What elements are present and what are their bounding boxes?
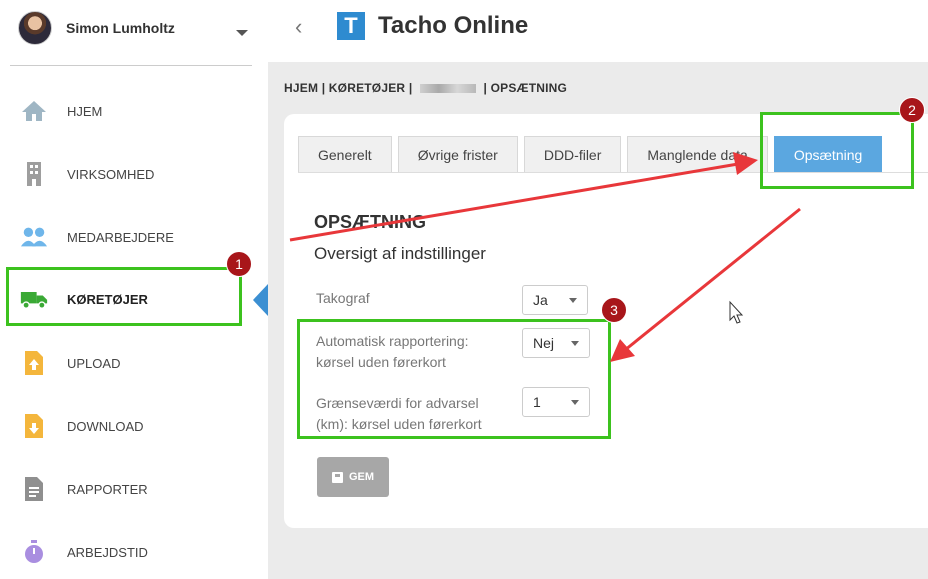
file-download-icon	[20, 412, 48, 440]
tachograph-label: Takograf	[316, 290, 370, 306]
sidebar-item-label: DOWNLOAD	[67, 418, 144, 434]
tab-ovrige-frister[interactable]: Øvrige frister	[397, 136, 518, 172]
top-bar: Simon Lumholtz ‹ T Tacho Online	[0, 0, 928, 62]
save-button-label: GEM	[348, 471, 375, 483]
highlight-box-vehicles	[6, 267, 242, 326]
tab-generelt[interactable]: Generelt	[298, 136, 392, 172]
tachograph-select[interactable]: Ja	[522, 285, 588, 315]
sidebar-item-virksomhed[interactable]: VIRKSOMHED	[0, 154, 250, 194]
building-icon	[20, 160, 48, 188]
file-upload-icon	[20, 349, 48, 377]
annotation-badge-2: 2	[899, 97, 925, 123]
sidebar-item-label: VIRKSOMHED	[67, 166, 155, 182]
breadcrumb-current: OPSÆTNING	[490, 81, 568, 95]
breadcrumb-redacted-vehicle[interactable]	[419, 84, 476, 94]
chevron-down-icon[interactable]	[236, 30, 248, 36]
sidebar-item-medarbejdere[interactable]: MEDARBEJDERE	[0, 217, 250, 257]
sidebar-item-label: MEDARBEJDERE	[67, 229, 174, 245]
sidebar-item-label: UPLOAD	[67, 355, 121, 371]
back-chevron-icon[interactable]: ‹	[295, 14, 302, 40]
breadcrumb-separator: |	[408, 81, 413, 95]
sidebar-item-label: RAPPORTER	[67, 481, 148, 497]
save-button[interactable]: GEM	[317, 457, 389, 497]
user-menu[interactable]: Simon Lumholtz	[18, 10, 175, 46]
sidebar-item-label: HJEM	[67, 103, 103, 119]
app-title: Tacho Online	[378, 12, 529, 39]
breadcrumb-separator: |	[321, 81, 326, 95]
breadcrumb: HJEM | KØRETØJER | | OPSÆTNING	[284, 81, 567, 95]
active-item-pointer	[253, 284, 268, 316]
sidebar-item-upload[interactable]: UPLOAD	[0, 343, 250, 383]
sidebar-item-hjem[interactable]: HJEM	[0, 91, 250, 131]
highlight-box-setup-tab	[760, 112, 914, 189]
annotation-badge-1: 1	[226, 251, 252, 277]
floppy-disk-icon	[331, 471, 343, 483]
users-icon	[20, 223, 48, 251]
stopwatch-icon	[20, 538, 48, 566]
section-title: OPSÆTNING	[314, 212, 427, 232]
breadcrumb-separator: |	[483, 81, 488, 95]
sidebar-divider	[10, 65, 252, 66]
breadcrumb-home[interactable]: HJEM	[284, 81, 318, 95]
sidebar-item-download[interactable]: DOWNLOAD	[0, 406, 250, 446]
user-name[interactable]: Simon Lumholtz	[66, 20, 175, 36]
sidebar-item-rapporter[interactable]: RAPPORTER	[0, 469, 250, 509]
highlight-box-settings	[297, 319, 611, 439]
home-icon	[20, 97, 48, 125]
tab-manglende-data[interactable]: Manglende data	[627, 136, 768, 172]
app-logo: T	[337, 12, 365, 40]
report-icon	[20, 475, 48, 503]
avatar[interactable]	[18, 11, 52, 45]
chevron-down-icon	[569, 298, 577, 303]
section-subtitle: Oversigt af indstillinger	[314, 244, 486, 263]
tab-ddd-filer[interactable]: DDD-filer	[523, 136, 622, 172]
sidebar-item-label: ARBEJDSTID	[67, 544, 148, 560]
tachograph-value: Ja	[533, 292, 548, 308]
annotation-badge-3: 3	[601, 297, 627, 323]
sidebar-item-arbejdstid[interactable]: ARBEJDSTID	[0, 532, 250, 572]
breadcrumb-vehicles[interactable]: KØRETØJER	[329, 81, 405, 95]
